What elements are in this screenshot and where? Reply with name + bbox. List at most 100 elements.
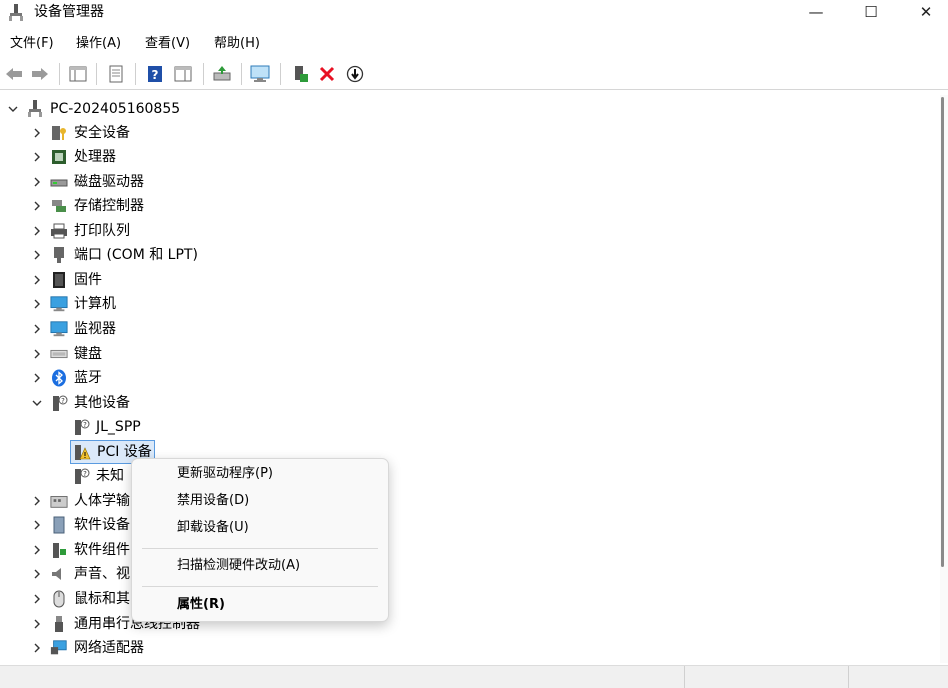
minimize-icon: — — [808, 3, 824, 21]
tree-item-label: 人体学输 — [74, 493, 130, 509]
chevron-down-icon[interactable] — [30, 396, 44, 410]
tree-item-label: 监视器 — [74, 321, 116, 337]
back-button[interactable] — [4, 64, 24, 84]
tree-item-security[interactable]: 安全设备 — [30, 122, 130, 144]
menu-item-uninstall-device[interactable]: 卸载设备(U) — [177, 519, 249, 537]
tree-item-software-device[interactable]: 软件设备 — [30, 514, 130, 536]
disable-icon — [346, 65, 364, 83]
menu-action[interactable]: 操作(A) — [76, 35, 121, 53]
chevron-right-icon[interactable] — [30, 641, 44, 655]
chevron-right-icon[interactable] — [30, 126, 44, 140]
toolbar-separator — [96, 63, 97, 85]
tree-item-label: 端口 (COM 和 LPT) — [74, 247, 198, 263]
tree-item-label: 磁盘驱动器 — [74, 174, 144, 190]
tree-item-bluetooth[interactable]: 蓝牙 — [30, 367, 102, 389]
bluetooth-icon — [50, 369, 68, 387]
menu-view[interactable]: 查看(V) — [145, 35, 190, 53]
chevron-right-icon[interactable] — [30, 543, 44, 557]
menu-item-update-driver[interactable]: 更新驱动程序(P) — [177, 465, 273, 483]
chevron-right-icon[interactable] — [30, 150, 44, 164]
show-hide-tree-icon — [69, 66, 87, 82]
tree-item-computer[interactable]: 计算机 — [30, 293, 116, 315]
tree-item-jl-spp[interactable]: ? JL_SPP — [72, 416, 141, 438]
uninstall-button[interactable] — [317, 64, 337, 84]
menu-file[interactable]: 文件(F) — [10, 35, 54, 53]
update-driver-button[interactable] — [212, 64, 232, 84]
tree-item-software-component[interactable]: 软件组件 — [30, 539, 130, 561]
menu-item-disable-device[interactable]: 禁用设备(D) — [177, 492, 249, 510]
tree-item-port[interactable]: 端口 (COM 和 LPT) — [30, 244, 198, 266]
scan-hardware-icon — [250, 65, 270, 82]
help-button[interactable]: ? — [145, 64, 165, 84]
chevron-right-icon[interactable] — [30, 199, 44, 213]
tree-item-label: 声音、视 — [74, 566, 130, 582]
tree-item-label: 蓝牙 — [74, 370, 102, 386]
vertical-scrollbar[interactable] — [940, 95, 948, 663]
toolbar-separator — [59, 63, 60, 85]
minimize-button[interactable]: — — [790, 0, 842, 24]
chevron-right-icon[interactable] — [30, 248, 44, 262]
forward-button[interactable] — [30, 64, 50, 84]
chevron-right-icon[interactable] — [30, 297, 44, 311]
chevron-right-icon[interactable] — [30, 224, 44, 238]
tree-item-firmware[interactable]: 固件 — [30, 269, 102, 291]
tree-item-label: 其他设备 — [74, 395, 130, 411]
menu-item-scan-hardware[interactable]: 扫描检测硬件改动(A) — [177, 557, 300, 575]
status-separator — [848, 666, 849, 688]
tree-item-keyboard[interactable]: 键盘 — [30, 343, 102, 365]
chevron-right-icon[interactable] — [30, 371, 44, 385]
tree-item-printer[interactable]: 打印队列 — [30, 220, 130, 242]
add-driver-button[interactable] — [290, 64, 310, 84]
tree-item-label: 鼠标和其 — [74, 591, 130, 607]
chevron-right-icon[interactable] — [30, 518, 44, 532]
tree-item-monitor[interactable]: 监视器 — [30, 318, 116, 340]
scan-hardware-button[interactable] — [250, 64, 270, 84]
disable-button[interactable] — [345, 64, 365, 84]
tree-item-label: 打印队列 — [74, 223, 130, 239]
chevron-down-icon[interactable] — [6, 102, 20, 116]
unknown-device-icon: ? — [50, 394, 68, 412]
device-manager-app-icon — [9, 4, 23, 21]
sound-icon — [50, 565, 68, 583]
tree-item-other-devices[interactable]: ? 其他设备 — [30, 392, 130, 414]
tree-item-label: 计算机 — [74, 296, 116, 312]
context-menu: 更新驱动程序(P) 禁用设备(D) 卸载设备(U) 扫描检测硬件改动(A) 属性… — [131, 458, 389, 622]
tree-item-network[interactable]: 网络适配器 — [30, 637, 144, 659]
chevron-right-icon[interactable] — [30, 322, 44, 336]
chevron-right-icon[interactable] — [30, 567, 44, 581]
tree-item-disk[interactable]: 磁盘驱动器 — [30, 171, 144, 193]
toolbar-separator — [135, 63, 136, 85]
chevron-right-icon[interactable] — [30, 347, 44, 361]
scrollbar-thumb[interactable] — [941, 97, 944, 567]
menu-help[interactable]: 帮助(H) — [214, 35, 260, 53]
tree-item-sound[interactable]: 声音、视 — [30, 563, 130, 585]
chevron-right-icon[interactable] — [30, 617, 44, 631]
tree-item-hid[interactable]: 人体学输 — [30, 490, 130, 512]
warning-device-icon — [73, 443, 91, 461]
tree-item-unknown[interactable]: ? 未知 — [72, 465, 124, 487]
security-icon — [50, 124, 68, 142]
menu-separator — [142, 586, 378, 587]
menu-item-properties[interactable]: 属性(R) — [177, 596, 225, 614]
monitor-icon — [50, 320, 68, 338]
chevron-right-icon[interactable] — [30, 175, 44, 189]
chevron-right-icon[interactable] — [30, 273, 44, 287]
chevron-right-icon[interactable] — [30, 494, 44, 508]
svg-text:?: ? — [83, 421, 87, 429]
close-button[interactable]: ✕ — [900, 0, 948, 24]
maximize-button[interactable]: ☐ — [845, 0, 897, 24]
tree-item-processor[interactable]: 处理器 — [30, 146, 116, 168]
tree-root[interactable]: PC-202405160855 — [6, 98, 180, 120]
action-pane-button[interactable] — [173, 64, 193, 84]
tree-item-label: 软件组件 — [74, 542, 130, 558]
svg-text:?: ? — [61, 397, 65, 405]
tree-item-label: 固件 — [74, 272, 102, 288]
tree-item-storage[interactable]: 存储控制器 — [30, 195, 144, 217]
tree-item-label: 安全设备 — [74, 125, 130, 141]
toolbar-separator — [203, 63, 204, 85]
chevron-right-icon[interactable] — [30, 592, 44, 606]
properties-button[interactable] — [106, 64, 126, 84]
show-hide-tree-button[interactable] — [68, 64, 88, 84]
tree-item-mouse[interactable]: 鼠标和其 — [30, 588, 130, 610]
title-bar: 设备管理器 — ☐ ✕ — [0, 0, 948, 28]
